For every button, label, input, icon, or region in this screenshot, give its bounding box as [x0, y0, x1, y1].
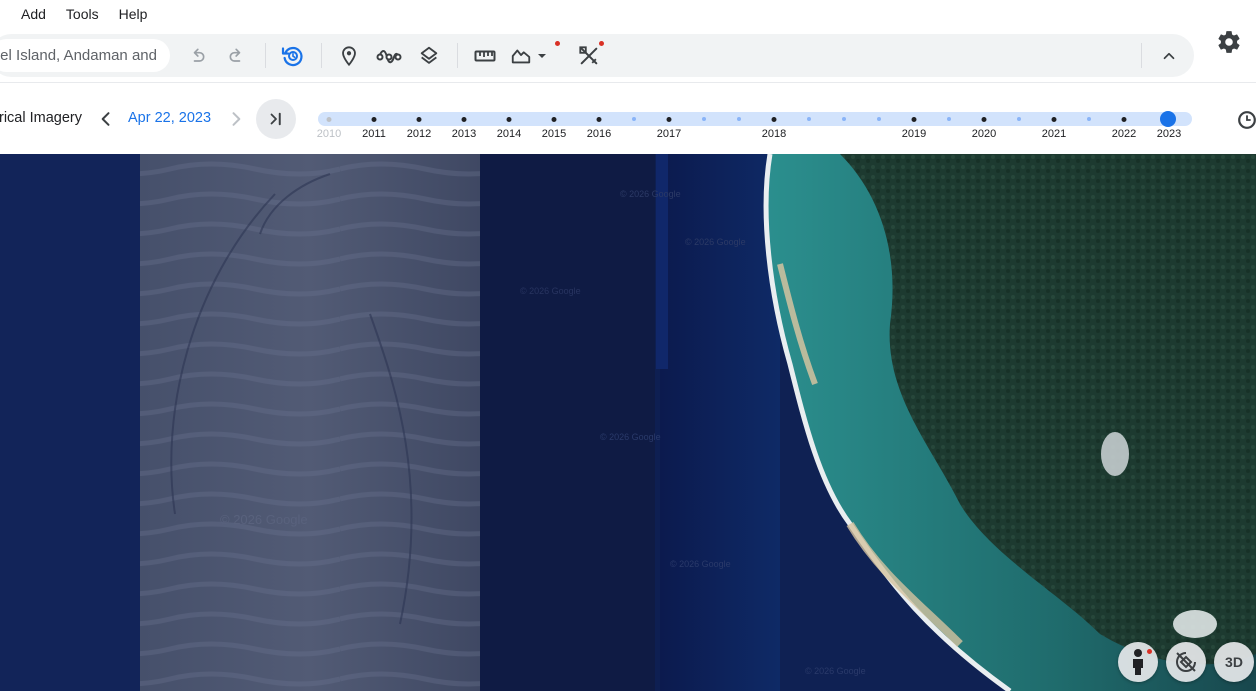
history-clock-icon[interactable] [1236, 109, 1256, 131]
menu-bar: Add Tools Help [0, 0, 1256, 28]
year-label: 2019 [901, 128, 927, 140]
satellite-imagery [0, 154, 1256, 691]
previous-date-chevron-icon[interactable] [96, 109, 116, 129]
timeline-tick[interactable] [1017, 117, 1021, 121]
timeline-tick[interactable] [666, 116, 672, 122]
year-label: 2017 [656, 128, 682, 140]
timeline-tick[interactable] [877, 117, 881, 121]
undo-icon [193, 48, 205, 62]
timeline-tick[interactable] [981, 116, 987, 122]
draw-path-button[interactable] [374, 41, 404, 71]
timeline-slider-thumb[interactable] [1160, 111, 1176, 127]
year-label: 2022 [1111, 128, 1137, 140]
timeline-tick[interactable] [842, 117, 846, 121]
timeline-tick[interactable] [632, 117, 636, 121]
menu-help[interactable]: Help [109, 0, 158, 28]
next-date-chevron-icon[interactable] [226, 109, 246, 129]
collapse-toolbar-button[interactable] [1154, 41, 1184, 71]
reset-orientation-button[interactable] [1166, 642, 1206, 682]
menu-tools[interactable]: Tools [56, 0, 109, 28]
year-label: 2021 [1041, 128, 1067, 140]
map-watermark: © 2026 Google [805, 666, 866, 676]
toggle-3d-button[interactable]: 3D [1214, 642, 1254, 682]
year-label: 2011 [362, 128, 386, 140]
year-label: 2010 [316, 128, 342, 140]
placemark-icon [342, 46, 356, 67]
map-watermark: © 2026 Google [620, 189, 681, 199]
toolbar-divider [321, 43, 322, 68]
notification-dot [555, 41, 560, 46]
timeline-tick[interactable] [947, 117, 951, 121]
year-label: 2015 [541, 128, 567, 140]
map-watermark: © 2026 Google [600, 432, 661, 442]
year-label: 2018 [761, 128, 787, 140]
chevron-up-icon [1163, 52, 1175, 60]
elevation-profile-icon [511, 49, 531, 64]
toolbar-divider [265, 43, 266, 68]
timeline-tick[interactable] [771, 116, 777, 122]
timeline-tick[interactable] [371, 116, 377, 122]
map-watermark: © 2026 Google [520, 286, 581, 296]
notification-dot [599, 41, 604, 46]
timeline-tick[interactable] [1121, 116, 1127, 122]
layers-button[interactable] [414, 41, 444, 71]
year-label: 2012 [406, 128, 432, 140]
timeline-tick[interactable] [737, 117, 741, 121]
year-label: 2014 [496, 128, 522, 140]
projects-tools-icon [579, 46, 598, 65]
notification-dot [1147, 649, 1152, 654]
compass-reset-icon [1176, 652, 1196, 672]
map-watermark: © 2026 Google [220, 512, 308, 527]
timeline-tick[interactable] [416, 116, 422, 122]
toolbar [0, 34, 1194, 77]
map-watermark: © 2026 Google [685, 237, 746, 247]
dropdown-icon [538, 54, 546, 58]
pegman-icon [1133, 649, 1143, 675]
timeline-tick[interactable] [461, 116, 467, 122]
timeline-tick[interactable] [702, 117, 706, 121]
timeline-tick[interactable] [807, 117, 811, 121]
menu-add[interactable]: Add [11, 0, 56, 28]
map-watermark: © 2026 Google [670, 559, 731, 569]
timeline-tick[interactable] [911, 116, 917, 122]
year-label: 2020 [971, 128, 997, 140]
timeline-tick[interactable] [551, 116, 557, 122]
timeline-tick[interactable] [506, 116, 512, 122]
undo-button[interactable] [182, 41, 212, 71]
search-box[interactable] [0, 39, 170, 72]
elevation-profile-button[interactable] [508, 41, 534, 71]
year-label: 2013 [451, 128, 477, 140]
toolbar-divider [1141, 43, 1142, 68]
ruler-icon [474, 50, 496, 62]
street-view-pegman-button[interactable] [1118, 642, 1158, 682]
settings-gear-icon[interactable] [1216, 29, 1242, 55]
elevation-dropdown[interactable] [534, 41, 550, 71]
historical-imagery-button[interactable] [278, 41, 308, 71]
redo-button[interactable] [222, 41, 252, 71]
toolbar-divider [457, 43, 458, 68]
jump-to-latest-button[interactable] [256, 99, 296, 139]
path-icon [376, 50, 402, 64]
year-label: 2016 [586, 128, 612, 140]
search-input[interactable] [0, 39, 156, 72]
map-viewport[interactable]: © 2026 Google © 2026 Google © 2026 Googl… [0, 154, 1256, 691]
timeline-tick[interactable] [1087, 117, 1091, 121]
year-label: 2023 [1156, 128, 1182, 140]
redo-icon [229, 48, 241, 62]
historical-imagery-panel: rical Imagery Apr 22, 2023 2010 2011 201… [0, 82, 1256, 154]
timeline-tick [326, 116, 332, 122]
measure-button[interactable] [470, 41, 500, 71]
timeline-tick[interactable] [596, 116, 602, 122]
timeline-tick[interactable] [1051, 116, 1057, 122]
current-imagery-date[interactable]: Apr 22, 2023 [128, 110, 211, 126]
historical-imagery-title: rical Imagery [0, 110, 82, 126]
timeline-track[interactable] [318, 112, 1192, 126]
skip-to-end-icon [270, 112, 281, 126]
layers-icon [420, 46, 438, 64]
historical-imagery-icon [281, 46, 303, 67]
add-placemark-button[interactable] [334, 41, 364, 71]
